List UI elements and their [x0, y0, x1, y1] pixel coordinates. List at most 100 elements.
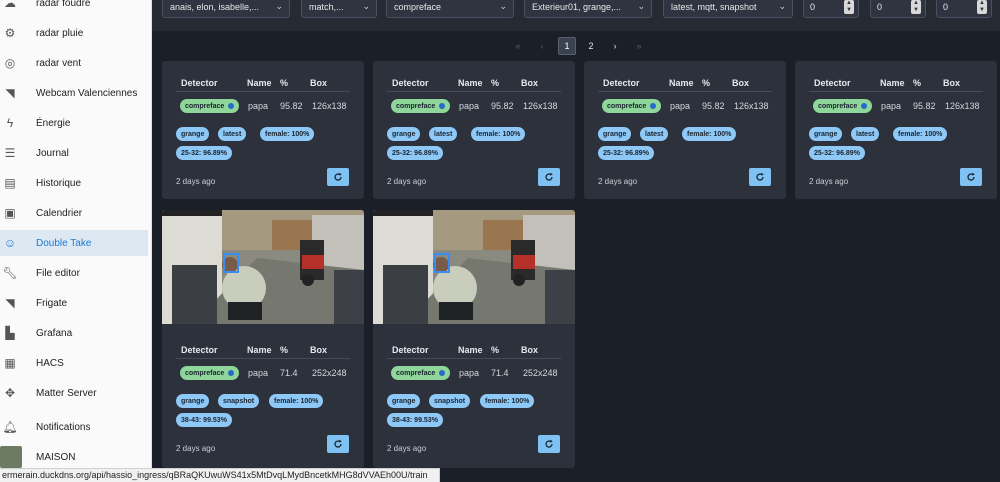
cameras-select[interactable]: Exterieur01, grange,... ⌄: [524, 0, 652, 18]
sidebar-item-hacs[interactable]: ▦ HACS: [0, 350, 148, 376]
sidebar-item-radar-vent[interactable]: ◎ radar vent: [0, 50, 148, 76]
match-time: 2 days ago: [176, 444, 216, 453]
sidebar-item-matter-server[interactable]: ✥ Matter Server: [0, 380, 148, 406]
stepper-icon[interactable]: ▲ ▼: [844, 0, 854, 14]
match-card[interactable]: Detector Name % Box compreface papa 95.8…: [584, 61, 786, 199]
match-name: papa: [881, 101, 902, 111]
match-card[interactable]: Detector Name % Box compreface papa 71.4…: [373, 210, 575, 468]
pagination-next[interactable]: ›: [606, 37, 624, 55]
snapshot-image[interactable]: [373, 210, 575, 324]
sidebar-item-historique[interactable]: ▤ Historique: [0, 170, 148, 196]
detector-value: compreface: [396, 102, 436, 110]
match-select[interactable]: match,... ⌄: [301, 0, 377, 18]
detector-pill: compreface: [602, 99, 662, 113]
pagination-first[interactable]: «: [509, 37, 527, 55]
height-input[interactable]: 0 ▲ ▼: [936, 0, 992, 18]
sidebar-item-label: Webcam Valenciennes: [36, 87, 138, 99]
match-card[interactable]: Detector Name % Box compreface papa 95.8…: [373, 61, 575, 199]
sidebar-item-webcam[interactable]: ◥ Webcam Valenciennes: [0, 80, 148, 106]
pagination-page-2[interactable]: 2: [582, 37, 600, 55]
sidebar-item-label: Double Take: [36, 237, 92, 249]
match-percent: 95.82: [913, 101, 936, 111]
tag-pill: grange: [387, 394, 421, 408]
age-pill: 25-32: 96.89%: [176, 146, 232, 160]
stepper-icon[interactable]: ▲ ▼: [977, 0, 987, 14]
tag-pill: snapshot: [218, 394, 260, 408]
sidebar-item-journal[interactable]: ☰ Journal: [0, 140, 148, 166]
sidebar-item-label: radar vent: [36, 57, 82, 69]
sidebar-item-maison[interactable]: MAISON: [0, 444, 148, 470]
match-time: 2 days ago: [176, 177, 216, 186]
status-dot-icon: [439, 370, 446, 376]
match-percent: 71.4: [491, 368, 509, 378]
status-dot-icon: [228, 103, 235, 109]
pagination-prev[interactable]: ‹: [533, 37, 551, 55]
reprocess-button[interactable]: [327, 168, 349, 186]
pagination-last[interactable]: »: [630, 37, 648, 55]
refresh-icon: [967, 172, 975, 181]
match-time: 2 days ago: [387, 177, 427, 186]
pagination-page-1[interactable]: 1: [558, 37, 576, 55]
snapshot-image[interactable]: [162, 210, 364, 324]
reprocess-button[interactable]: [538, 435, 560, 453]
sidebar-item-label: radar pluie: [36, 27, 84, 39]
header-percent: %: [491, 78, 500, 88]
divider: [387, 358, 561, 359]
sidebar-item-frigate[interactable]: ◥ Frigate: [0, 290, 148, 316]
confidence-input[interactable]: 0 ▲ ▼: [803, 0, 859, 18]
lightning-icon: ϟ: [6, 116, 14, 130]
gear-icon: ⚙: [4, 26, 16, 40]
sidebar-item-notifications[interactable]: 🔔︎ Notifications: [0, 414, 148, 440]
divider: [387, 91, 561, 92]
store-icon: ▦: [4, 356, 16, 370]
reprocess-button[interactable]: [327, 435, 349, 453]
wrench-icon: 🔧︎: [2, 266, 18, 280]
match-time: 2 days ago: [598, 177, 638, 186]
radar-icon: ◎: [4, 56, 16, 70]
header-detector: Detector: [181, 78, 218, 88]
refresh-icon: [334, 439, 342, 448]
sidebar-item-label: Frigate: [36, 297, 68, 309]
stepper-icon[interactable]: ▲ ▼: [911, 0, 921, 14]
sidebar-item-radar-foudre[interactable]: ☁ radar foudre: [0, 0, 148, 16]
reprocess-button[interactable]: [960, 168, 982, 186]
sidebar-item-label: Historique: [36, 177, 82, 189]
reprocess-button[interactable]: [538, 168, 560, 186]
match-select-value: match,...: [309, 2, 344, 12]
status-dot-icon: [439, 103, 446, 109]
header-name: Name: [247, 345, 272, 355]
sidebar-item-grafana[interactable]: ▙ Grafana: [0, 320, 148, 346]
reprocess-button[interactable]: [749, 168, 771, 186]
divider: [176, 358, 350, 359]
status-dot-icon: [228, 370, 235, 376]
sidebar-item-energie[interactable]: ϟ Énergie: [0, 110, 148, 136]
avatar[interactable]: [0, 446, 22, 468]
names-select[interactable]: anais, elon, isabelle,... ⌄: [162, 0, 290, 18]
status-dot-icon: [650, 103, 657, 109]
detector-select[interactable]: compreface ⌄: [386, 0, 514, 18]
header-name: Name: [458, 345, 483, 355]
width-input[interactable]: 0 ▲ ▼: [870, 0, 926, 18]
header-box: Box: [732, 78, 750, 88]
refresh-icon: [756, 172, 764, 181]
match-card[interactable]: Detector Name % Box compreface papa 71.4…: [162, 210, 364, 468]
match-card[interactable]: Detector Name % Box compreface papa 95.8…: [162, 61, 364, 199]
refresh-icon: [545, 172, 553, 181]
chart-icon: ▤: [4, 176, 16, 190]
cctv-icon: ◥: [5, 86, 15, 100]
match-percent: 71.4: [280, 368, 298, 378]
sidebar-item-double-take[interactable]: ☺ Double Take: [0, 230, 148, 256]
chevron-down-icon: ⌄: [637, 1, 645, 11]
header-box: Box: [310, 78, 328, 88]
match-card[interactable]: Detector Name % Box compreface papa 95.8…: [795, 61, 997, 199]
match-box: 252x248: [312, 368, 347, 378]
detector-value: compreface: [396, 369, 436, 377]
detector-pill: compreface: [813, 99, 873, 113]
sidebar-item-label: Matter Server: [36, 387, 97, 399]
refresh-icon: [334, 172, 342, 181]
types-select[interactable]: latest, mqtt, snapshot ⌄: [663, 0, 793, 18]
age-pill: 25-32: 96.89%: [598, 146, 654, 160]
sidebar-item-calendrier[interactable]: ▣ Calendrier: [0, 200, 148, 226]
sidebar-item-file-editor[interactable]: 🔧︎ File editor: [0, 260, 148, 286]
sidebar-item-radar-pluie[interactable]: ⚙ radar pluie: [0, 20, 148, 46]
